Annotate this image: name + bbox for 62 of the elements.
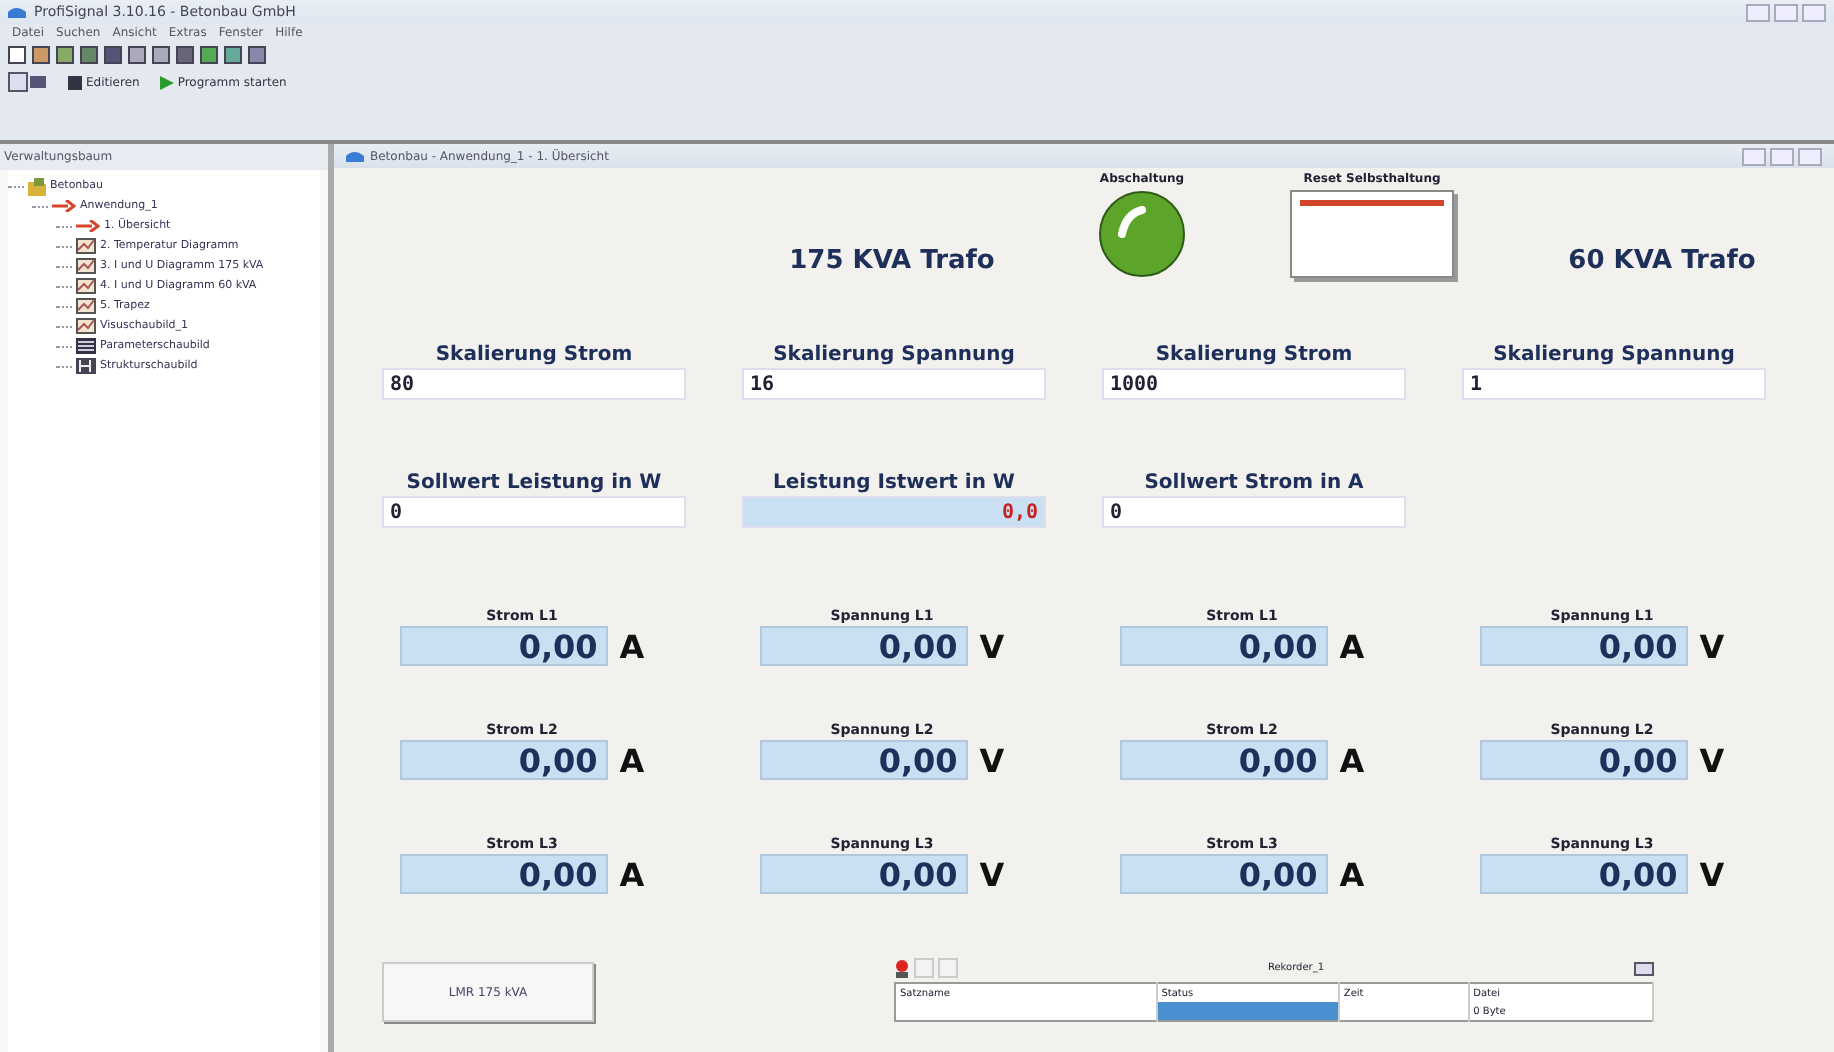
arrow-icon [76, 220, 100, 232]
input-field[interactable]: 0 [1102, 496, 1406, 528]
value-display: 0,00 [1479, 854, 1688, 894]
value-display: 0,00 [1479, 740, 1688, 780]
minimize-button[interactable] [1742, 147, 1766, 165]
unit-label: A [619, 855, 645, 893]
value-display: 0,00 [1119, 854, 1328, 894]
unit-label: A [619, 627, 645, 665]
value-display: 0,00 [759, 854, 968, 894]
table-icon [76, 338, 96, 354]
value-display: 0,00 [759, 626, 968, 666]
field-label: Skalierung Spannung [1491, 344, 1737, 366]
field-label: Leistung Istwert in W [771, 472, 1017, 494]
value-display: 0,00 [1119, 626, 1328, 666]
unit-label: A [619, 741, 645, 779]
unit-label: A [1339, 741, 1365, 779]
input-field[interactable]: 1000 [1102, 368, 1406, 400]
unit-label: V [1699, 741, 1725, 779]
chart-icon [76, 258, 96, 274]
input-field[interactable]: 80 [382, 368, 686, 400]
structure-icon [76, 358, 96, 374]
value-display: 0,00 [399, 854, 608, 894]
square-icon [68, 75, 82, 89]
unit-label: V [979, 741, 1005, 779]
value-display: 0,00 [759, 740, 968, 780]
arrow-icon [52, 200, 76, 212]
chart-icon [76, 238, 96, 254]
unit-label: A [1339, 627, 1365, 665]
chart-icon [76, 298, 96, 314]
unit-label: V [1699, 855, 1725, 893]
cursor-icon[interactable] [8, 72, 48, 92]
reset-button[interactable] [1290, 190, 1454, 278]
window-icon [346, 150, 364, 162]
unit-label: V [979, 855, 1005, 893]
close-button[interactable] [1798, 147, 1822, 165]
chart-icon [76, 278, 96, 294]
unit-label: A [1339, 855, 1365, 893]
maximize-button[interactable] [1774, 3, 1798, 21]
value-display: 0,00 [1119, 740, 1328, 780]
value-display: 0,0 [742, 496, 1046, 528]
record-icon[interactable] [894, 959, 910, 977]
maximize-button[interactable] [1770, 147, 1794, 165]
section-title: 60 KVA Trafo [1566, 246, 1758, 280]
field-label: Sollwert Leistung in W [404, 472, 664, 494]
input-field[interactable]: 0 [382, 496, 686, 528]
field-label: Skalierung Strom [1153, 344, 1355, 366]
play-icon [159, 75, 174, 89]
field-label: Skalierung Spannung [771, 344, 1017, 366]
value-display: 0,00 [399, 626, 608, 666]
app-icon [8, 6, 26, 18]
minimize-button[interactable] [1746, 3, 1770, 21]
field-label: Skalierung Strom [433, 344, 635, 366]
chart-icon [76, 318, 96, 334]
section-title: 175 KVA Trafo [787, 246, 997, 280]
unit-label: V [979, 627, 1005, 665]
value-display: 0,00 [399, 740, 608, 780]
field-label: Sollwert Strom in A [1142, 472, 1366, 494]
input-field[interactable]: 16 [742, 368, 1046, 400]
input-field[interactable]: 1 [1462, 368, 1766, 400]
value-display: 0,00 [1479, 626, 1688, 666]
unit-label: V [1699, 627, 1725, 665]
close-button[interactable] [1802, 3, 1826, 21]
